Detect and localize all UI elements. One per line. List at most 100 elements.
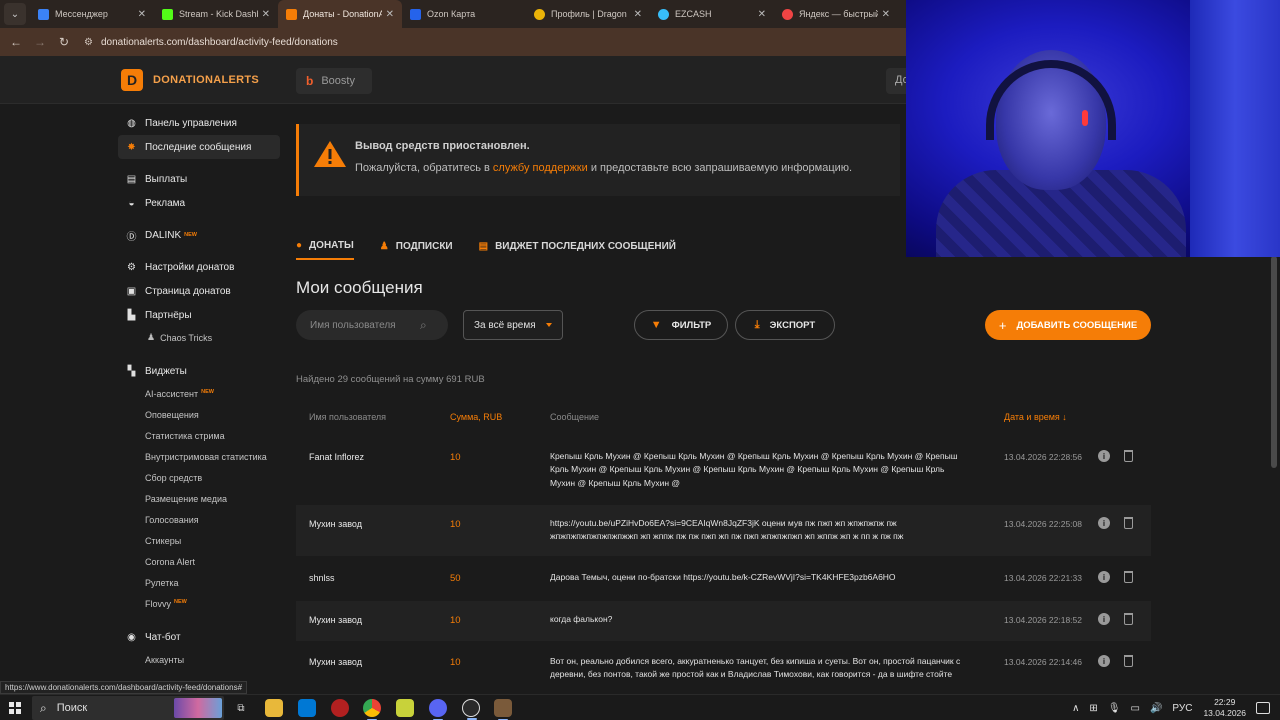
sidebar-item-ads[interactable]: ◒ Реклама bbox=[118, 191, 280, 215]
sidebar-subitem-fundraising[interactable]: Сбор средств bbox=[145, 473, 202, 483]
info-icon[interactable]: i bbox=[1098, 613, 1110, 625]
search-input[interactable] bbox=[310, 319, 420, 331]
column-header-sum[interactable]: Сумма, RUB bbox=[450, 412, 502, 422]
sidebar-subitem-flovvy[interactable]: Flovvy NEW bbox=[145, 599, 187, 609]
table-row: Мухин завод 10 когда фалькон? 13.04.2026… bbox=[296, 601, 1151, 641]
microphone-icon[interactable]: 🎙 bbox=[1108, 703, 1121, 714]
row-username[interactable]: Мухин завод bbox=[309, 519, 362, 529]
notification-icon[interactable] bbox=[1256, 702, 1270, 714]
sidebar-item-payouts[interactable]: ▤ Выплаты bbox=[118, 167, 280, 191]
sidebar-subitem-ai-assistant[interactable]: AI-ассистент NEW bbox=[145, 389, 214, 399]
sidebar-item-widgets[interactable]: ▚ Виджеты bbox=[118, 359, 280, 383]
discord-icon[interactable] bbox=[429, 699, 447, 720]
sidebar-item-chatbot[interactable]: ◉ Чат-бот bbox=[118, 625, 280, 649]
task-view-icon[interactable]: ⧉ bbox=[232, 699, 250, 717]
windows-start-icon[interactable] bbox=[9, 702, 21, 714]
chevron-up-icon[interactable]: ∧ bbox=[1072, 703, 1079, 714]
search-icon[interactable]: ⌕ bbox=[420, 318, 427, 333]
browser-tab[interactable]: Мессенджер ✕ bbox=[30, 0, 154, 28]
trash-icon[interactable] bbox=[1124, 517, 1133, 529]
sidebar-item-label: Виджеты bbox=[145, 365, 187, 377]
address-bar[interactable]: ⚙ donationalerts.com/dashboard/activity-… bbox=[84, 31, 338, 53]
username-search[interactable]: ⌕ bbox=[296, 310, 448, 340]
sidebar-item-dalink[interactable]: Ⓓ DALINK NEW bbox=[118, 223, 280, 247]
browser-tab[interactable]: EZCASH ✕ bbox=[650, 0, 774, 28]
close-icon[interactable]: ✕ bbox=[262, 9, 270, 20]
app-icon-game[interactable] bbox=[494, 699, 512, 720]
app-icon-red[interactable] bbox=[331, 699, 349, 717]
trash-icon[interactable] bbox=[1124, 613, 1133, 625]
sidebar-subitem-chaos-tricks[interactable]: ♟ Chaos Tricks bbox=[147, 332, 212, 343]
network-icon[interactable]: ⊞ bbox=[1089, 703, 1097, 714]
language-indicator[interactable]: РУС bbox=[1172, 703, 1192, 714]
sidebar-subitem-in-stream-stats[interactable]: Внутристримовая статистика bbox=[145, 452, 267, 462]
taskbar-search[interactable]: ⌕ Поиск bbox=[32, 696, 224, 720]
store-icon[interactable] bbox=[298, 699, 316, 717]
sidebar-item-recent-messages[interactable]: ✸ Последние сообщения bbox=[118, 135, 280, 159]
sidebar-subitem-corona-alert[interactable]: Corona Alert bbox=[145, 557, 195, 567]
logo[interactable]: D DONATIONALERTS bbox=[121, 69, 259, 91]
column-header-user[interactable]: Имя пользователя bbox=[309, 412, 386, 422]
sidebar-item-donation-settings[interactable]: ⚙ Настройки донатов bbox=[118, 255, 280, 279]
trash-icon[interactable] bbox=[1124, 450, 1133, 462]
sidebar-subitem-accounts[interactable]: Аккаунты bbox=[145, 655, 184, 665]
browser-tab[interactable]: Профиль | Dragon M ✕ bbox=[526, 0, 650, 28]
page-scrollbar[interactable] bbox=[1271, 256, 1277, 468]
export-button[interactable]: ⤓ ЭКСПОРТ bbox=[735, 310, 835, 340]
trash-icon[interactable] bbox=[1124, 571, 1133, 583]
info-icon[interactable]: i bbox=[1098, 571, 1110, 583]
sidebar-item-donation-page[interactable]: ▣ Страница донатов bbox=[118, 279, 280, 303]
boosty-button[interactable]: b Boosty bbox=[296, 68, 372, 94]
info-icon[interactable]: i bbox=[1098, 655, 1110, 667]
back-arrow-icon[interactable]: ← bbox=[4, 35, 28, 49]
row-username[interactable]: Мухин завод bbox=[309, 657, 362, 667]
info-icon[interactable]: i bbox=[1098, 517, 1110, 529]
site-settings-icon[interactable]: ⚙ bbox=[84, 37, 93, 48]
close-icon[interactable]: ✕ bbox=[634, 9, 642, 20]
file-explorer-icon[interactable] bbox=[265, 699, 283, 717]
filter-button[interactable]: ▼ ФИЛЬТР bbox=[634, 310, 728, 340]
obs-icon[interactable] bbox=[462, 699, 480, 720]
close-icon[interactable]: ✕ bbox=[386, 9, 394, 20]
logo-text: DONATIONALERTS bbox=[153, 74, 260, 86]
close-icon[interactable]: ✕ bbox=[138, 9, 146, 20]
url-text: donationalerts.com/dashboard/activity-fe… bbox=[100, 36, 338, 48]
close-icon[interactable]: ✕ bbox=[882, 9, 890, 20]
app-icon-yellow[interactable] bbox=[396, 699, 414, 717]
tab-donations[interactable]: ● ДОНАТЫ bbox=[296, 232, 354, 260]
volume-icon[interactable]: 🔊 bbox=[1150, 703, 1162, 714]
battery-icon[interactable]: ▭ bbox=[1131, 703, 1140, 714]
reload-icon[interactable]: ↻ bbox=[52, 35, 76, 49]
row-username[interactable]: Мухин завод bbox=[309, 615, 362, 625]
sidebar-item-partners[interactable]: ▙ Партнёры bbox=[118, 303, 280, 327]
taskbar-clock[interactable]: 22:29 13.04.2026 bbox=[1203, 697, 1246, 719]
browser-tab[interactable]: Яндекс — быстрый ✕ bbox=[774, 0, 898, 28]
trash-icon[interactable] bbox=[1124, 655, 1133, 667]
tab-search-button[interactable]: ⌄ bbox=[4, 3, 26, 25]
column-header-date[interactable]: Дата и время ↓ bbox=[1004, 412, 1067, 422]
browser-tab[interactable]: Ozon Карта bbox=[402, 0, 526, 28]
tab-subscriptions[interactable]: ♟ ПОДПИСКИ bbox=[380, 232, 453, 260]
row-username[interactable]: shnlss bbox=[309, 573, 335, 583]
close-icon[interactable]: ✕ bbox=[758, 9, 766, 20]
sidebar-subitem-media[interactable]: Размещение медиа bbox=[145, 494, 227, 504]
tab-recent-messages-widget[interactable]: ▤ ВИДЖЕТ ПОСЛЕДНИХ СООБЩЕНИЙ bbox=[479, 232, 676, 260]
sidebar-item-dashboard[interactable]: ◍ Панель управления bbox=[118, 111, 280, 135]
sidebar-subitem-stickers[interactable]: Стикеры bbox=[145, 536, 181, 546]
results-summary: Найдено 29 сообщений на сумму 691 RUB bbox=[296, 374, 485, 385]
sidebar-subitem-roulette[interactable]: Рулетка bbox=[145, 578, 179, 588]
sidebar-subitem-stream-stats[interactable]: Статистика стрима bbox=[145, 431, 225, 441]
support-link[interactable]: службу поддержки bbox=[493, 162, 588, 174]
browser-tab-active[interactable]: Донаты - DonationAl ✕ bbox=[278, 0, 402, 28]
add-message-button[interactable]: + ДОБАВИТЬ СООБЩЕНИЕ bbox=[985, 310, 1151, 340]
info-icon[interactable]: i bbox=[1098, 450, 1110, 462]
ads-icon: ◒ bbox=[128, 197, 135, 209]
chrome-icon[interactable] bbox=[363, 699, 381, 720]
browser-tab[interactable]: Stream - Kick Dashbo ✕ bbox=[154, 0, 278, 28]
sidebar-subitem-alerts[interactable]: Оповещения bbox=[145, 410, 199, 420]
search-icon: ⌕ bbox=[40, 700, 47, 715]
forward-arrow-icon[interactable]: → bbox=[28, 35, 52, 49]
row-username[interactable]: Fanat Inflorez bbox=[309, 452, 364, 462]
sidebar-subitem-polls[interactable]: Голосования bbox=[145, 515, 199, 525]
period-select[interactable]: За всё время bbox=[463, 310, 563, 340]
